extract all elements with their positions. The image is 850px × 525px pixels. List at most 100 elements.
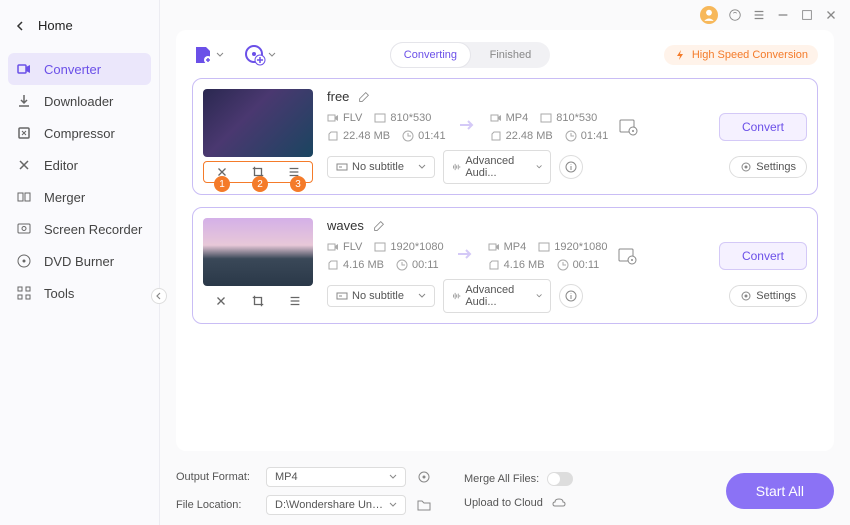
merge-toggle[interactable] <box>547 472 573 486</box>
chevron-left-icon <box>155 292 163 300</box>
start-all-button[interactable]: Start All <box>726 473 834 509</box>
hamburger-icon[interactable] <box>752 8 766 22</box>
sidebar-item-label: Editor <box>44 158 78 173</box>
convert-button[interactable]: Convert <box>719 113 807 141</box>
file-card: waves FLV 1920*1080 4.16 MB 00:11 <box>192 207 818 324</box>
settings-button[interactable]: Settings <box>729 156 807 178</box>
duration-icon <box>402 130 414 142</box>
minimize-icon[interactable] <box>776 8 790 22</box>
sidebar-item-label: Converter <box>44 62 101 77</box>
chevron-down-icon <box>268 51 276 59</box>
add-dvd-button[interactable] <box>244 44 276 66</box>
thumb-tools <box>203 290 313 312</box>
merger-icon <box>16 189 32 205</box>
badge-2: 2 <box>252 176 268 192</box>
sidebar-item-merger[interactable]: Merger <box>0 181 159 213</box>
folder-icon[interactable] <box>416 497 432 513</box>
resolution-icon <box>540 112 552 124</box>
sidebar-item-editor[interactable]: Editor <box>0 149 159 181</box>
badge-1: 1 <box>214 176 230 192</box>
compressor-icon <box>16 125 32 141</box>
close-icon[interactable] <box>824 8 838 22</box>
edit-icon[interactable] <box>372 219 386 233</box>
size-icon <box>327 130 339 142</box>
maximize-icon[interactable] <box>800 8 814 22</box>
chevron-down-icon <box>536 292 542 300</box>
output-format-dropdown[interactable]: MP4 <box>266 467 406 487</box>
upload-label: Upload to Cloud <box>464 497 543 509</box>
file-location-dropdown[interactable]: D:\Wondershare UniConverter 1 <box>266 495 406 515</box>
effect-icon[interactable] <box>288 294 302 308</box>
thumbnail[interactable] <box>203 218 313 286</box>
settings-button[interactable]: Settings <box>729 285 807 307</box>
file-location-label: File Location: <box>176 499 256 511</box>
info-icon <box>565 290 577 302</box>
audio-dropdown[interactable]: Advanced Audi... <box>443 150 551 184</box>
titlebar <box>160 0 850 30</box>
video-icon <box>327 112 339 124</box>
chevron-down-icon <box>216 51 224 59</box>
thumbnail[interactable] <box>203 89 313 157</box>
home-nav[interactable]: Home <box>0 8 159 43</box>
sidebar-item-label: DVD Burner <box>44 254 114 269</box>
cloud-icon[interactable] <box>551 496 567 510</box>
output-gear-icon[interactable] <box>416 469 432 485</box>
tab-converting[interactable]: Converting <box>390 42 471 68</box>
file-title: waves <box>327 218 364 233</box>
size-icon <box>327 259 339 271</box>
toolbar: Converting Finished High Speed Conversio… <box>192 42 818 68</box>
speed-label: High Speed Conversion <box>692 49 808 61</box>
trim-icon[interactable] <box>214 294 228 308</box>
editor-icon <box>16 157 32 173</box>
subtitle-icon <box>336 290 348 302</box>
sidebar-item-screen-recorder[interactable]: Screen Recorder <box>0 213 159 245</box>
sidebar-item-label: Merger <box>44 190 85 205</box>
chevron-down-icon <box>389 473 397 481</box>
format-settings-icon[interactable] <box>617 246 637 266</box>
resolution-icon <box>374 241 386 253</box>
file-card: 1 2 3 free FLV 810*530 <box>192 78 818 195</box>
support-icon[interactable] <box>728 8 742 22</box>
sidebar-item-label: Downloader <box>44 94 113 109</box>
sidebar-item-downloader[interactable]: Downloader <box>0 85 159 117</box>
tools-icon <box>16 285 32 301</box>
tab-finished[interactable]: Finished <box>471 42 550 68</box>
sidebar-item-tools[interactable]: Tools <box>0 277 159 309</box>
sidebar-item-dvd-burner[interactable]: DVD Burner <box>0 245 159 277</box>
sidebar-item-compressor[interactable]: Compressor <box>0 117 159 149</box>
size-icon <box>490 130 502 142</box>
high-speed-button[interactable]: High Speed Conversion <box>664 45 818 65</box>
format-settings-icon[interactable] <box>618 117 638 137</box>
download-icon <box>16 93 32 109</box>
audio-dropdown[interactable]: Advanced Audi... <box>443 279 551 313</box>
subtitle-icon <box>336 161 348 173</box>
sidebar-item-label: Screen Recorder <box>44 222 142 237</box>
edit-icon[interactable] <box>357 90 371 104</box>
convert-button[interactable]: Convert <box>719 242 807 270</box>
sidebar-item-converter[interactable]: Converter <box>8 53 151 85</box>
crop-icon[interactable] <box>251 294 265 308</box>
audio-icon <box>452 290 461 302</box>
gear-icon <box>740 290 752 302</box>
duration-icon <box>565 130 577 142</box>
avatar[interactable] <box>700 6 718 24</box>
badge-3: 3 <box>290 176 306 192</box>
size-icon <box>488 259 500 271</box>
chevron-down-icon <box>418 292 426 300</box>
sidebar-collapse[interactable] <box>151 288 167 304</box>
output-format-label: Output Format: <box>176 471 256 483</box>
resolution-icon <box>374 112 386 124</box>
video-icon <box>327 241 339 253</box>
video-icon <box>488 241 500 253</box>
merge-label: Merge All Files: <box>464 473 539 485</box>
info-button[interactable] <box>559 284 583 308</box>
subtitle-dropdown[interactable]: No subtitle <box>327 156 435 178</box>
bolt-icon <box>674 49 686 61</box>
subtitle-dropdown[interactable]: No subtitle <box>327 285 435 307</box>
converter-icon <box>16 61 32 77</box>
chevron-down-icon <box>536 163 542 171</box>
info-icon <box>565 161 577 173</box>
add-file-button[interactable] <box>192 44 224 66</box>
tabbar: Converting Finished <box>390 42 550 68</box>
info-button[interactable] <box>559 155 583 179</box>
